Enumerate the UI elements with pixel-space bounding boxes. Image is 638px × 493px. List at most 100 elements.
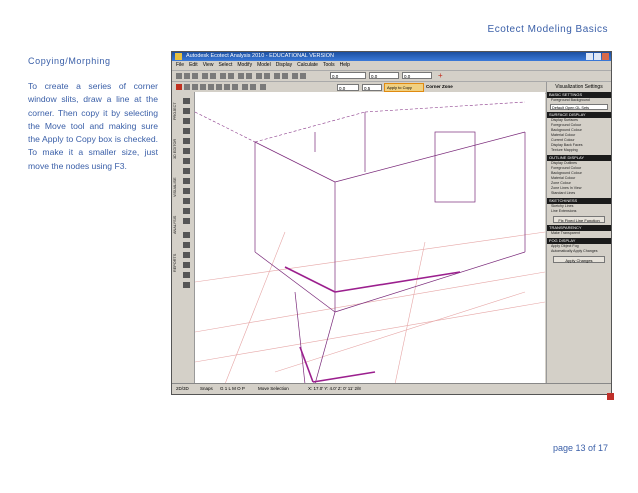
layer-icon[interactable] [274, 73, 280, 79]
zoom-icon[interactable] [238, 73, 244, 79]
lighting-icon[interactable] [607, 393, 614, 400]
pan-icon[interactable] [246, 73, 252, 79]
menu-tools[interactable]: Tools [323, 61, 335, 70]
array-icon[interactable] [232, 84, 238, 90]
sketchiness-option[interactable]: Line Extensions [547, 209, 611, 214]
menu-edit[interactable]: Edit [189, 61, 198, 70]
paste-icon[interactable] [228, 73, 234, 79]
header-title: Ecotect Modeling Basics [487, 24, 608, 35]
scale-icon[interactable] [200, 84, 206, 90]
text-icon[interactable] [183, 282, 190, 288]
transparency-option[interactable]: Make Transparent [547, 231, 611, 236]
point-icon[interactable] [183, 108, 190, 114]
redo-icon[interactable] [210, 73, 216, 79]
extrude-icon[interactable] [216, 84, 222, 90]
tag-icon[interactable] [260, 84, 266, 90]
background-outline [195, 101, 526, 143]
node-icon[interactable] [224, 84, 230, 90]
status-snaps-label: Snaps [200, 386, 213, 391]
pointer-icon[interactable] [183, 98, 190, 104]
tab-3d-editor[interactable]: 3D EDITOR [173, 132, 179, 166]
align-icon[interactable] [242, 84, 248, 90]
coord-z-input[interactable]: 0.0 [402, 72, 432, 79]
fixed-line-function-button[interactable]: Fix Fixed Line Function [553, 216, 605, 223]
new-icon[interactable] [176, 73, 182, 79]
zone-draw-icon[interactable] [183, 138, 190, 144]
menu-file[interactable]: File [176, 61, 184, 70]
model-drawing [195, 101, 545, 384]
apply-changes-button[interactable]: Apply Changes [553, 256, 605, 263]
circle-icon[interactable] [183, 262, 190, 268]
preset-select[interactable]: Default Open GL Sets [550, 104, 608, 110]
menubar: File Edit View Select Modify Model Displ… [172, 61, 611, 71]
curve-icon[interactable] [183, 242, 190, 248]
status-mode-2d3d[interactable]: 2D/3D [176, 384, 189, 394]
ecotect-screenshot: Autodesk Ecotect Analysis 2010 - EDUCATI… [171, 51, 614, 400]
rotate-icon[interactable] [192, 84, 198, 90]
polyline-icon[interactable] [183, 232, 190, 238]
surface-option[interactable]: Texture Mapping [547, 148, 611, 153]
camera-icon[interactable] [183, 198, 190, 204]
spline-icon[interactable] [183, 272, 190, 278]
arc-icon[interactable] [183, 252, 190, 258]
menu-help[interactable]: Help [340, 61, 350, 70]
undo-icon[interactable] [202, 73, 208, 79]
void-icon[interactable] [183, 178, 190, 184]
light-icon[interactable] [183, 208, 190, 214]
rotate-input[interactable]: 0.0 [337, 84, 359, 91]
status-current-tool: Move Selection [258, 386, 289, 391]
grid-icon[interactable] [256, 73, 262, 79]
distribute-icon[interactable] [250, 84, 256, 90]
status-bar: 2D/3D Snaps G 1 L M O P Move Selection X… [172, 383, 614, 400]
background-button[interactable]: Background [571, 98, 590, 102]
app-icon [175, 53, 182, 60]
window-title: Autodesk Ecotect Analysis 2010 - EDUCATI… [186, 53, 334, 59]
menu-model[interactable]: Model [257, 61, 271, 70]
maximize-icon[interactable] [594, 53, 601, 60]
open-icon[interactable] [184, 73, 190, 79]
tab-reports[interactable]: REPORTS [173, 246, 179, 280]
tab-analysis[interactable]: ANALYSIS [173, 208, 179, 242]
window-controls [586, 53, 609, 60]
window-icon[interactable] [183, 158, 190, 164]
box-icon[interactable] [183, 148, 190, 154]
outline-option[interactable]: Standard Lines [547, 191, 611, 196]
menu-view[interactable]: View [203, 61, 214, 70]
move-icon[interactable] [184, 84, 190, 90]
minimize-icon[interactable] [586, 53, 593, 60]
tab-project[interactable]: PROJECT [173, 94, 179, 128]
menu-calculate[interactable]: Calculate [297, 61, 318, 70]
tab-visualise[interactable]: VISUALISE [173, 170, 179, 204]
visualization-settings-panel: Visualization Settings BASIC SETTINGS Fo… [546, 82, 611, 384]
add-icon[interactable]: + [438, 71, 443, 80]
offset-input[interactable]: 0.5 [362, 84, 382, 91]
copy-icon[interactable] [220, 73, 226, 79]
cut-icon[interactable] [176, 84, 182, 90]
menu-display[interactable]: Display [276, 61, 292, 70]
panel-icon[interactable] [183, 188, 190, 194]
body-paragraph: To create a series of corner window slit… [28, 81, 158, 171]
apply-to-copy-checkbox[interactable]: Apply to Copy [384, 83, 424, 92]
line-icon[interactable] [183, 118, 190, 124]
menu-select[interactable]: Select [218, 61, 232, 70]
zone-icon[interactable] [282, 73, 288, 79]
coord-y-input[interactable]: 0.0 [369, 72, 399, 79]
print-icon[interactable] [292, 73, 298, 79]
plane-icon[interactable] [183, 128, 190, 134]
window-titlebar: Autodesk Ecotect Analysis 2010 - EDUCATI… [172, 52, 611, 61]
help-icon[interactable] [300, 73, 306, 79]
close-icon[interactable] [602, 53, 609, 60]
3d-viewport[interactable] [195, 92, 545, 384]
snap-icon[interactable] [264, 73, 270, 79]
auto-apply-checkbox[interactable]: Automatically Apply Changes [547, 249, 611, 254]
save-icon[interactable] [192, 73, 198, 79]
mirror-icon[interactable] [208, 84, 214, 90]
foreground-button[interactable]: Foreground [551, 98, 570, 102]
menu-modify[interactable]: Modify [237, 61, 252, 70]
door-icon[interactable] [183, 168, 190, 174]
selected-corner-lines [284, 266, 461, 383]
appliance-icon[interactable] [183, 218, 190, 224]
status-snaps[interactable]: G 1 L M O P [220, 384, 245, 394]
coord-x-input[interactable]: 0.0 [330, 72, 366, 79]
page-number: page 13 of 17 [552, 443, 608, 453]
